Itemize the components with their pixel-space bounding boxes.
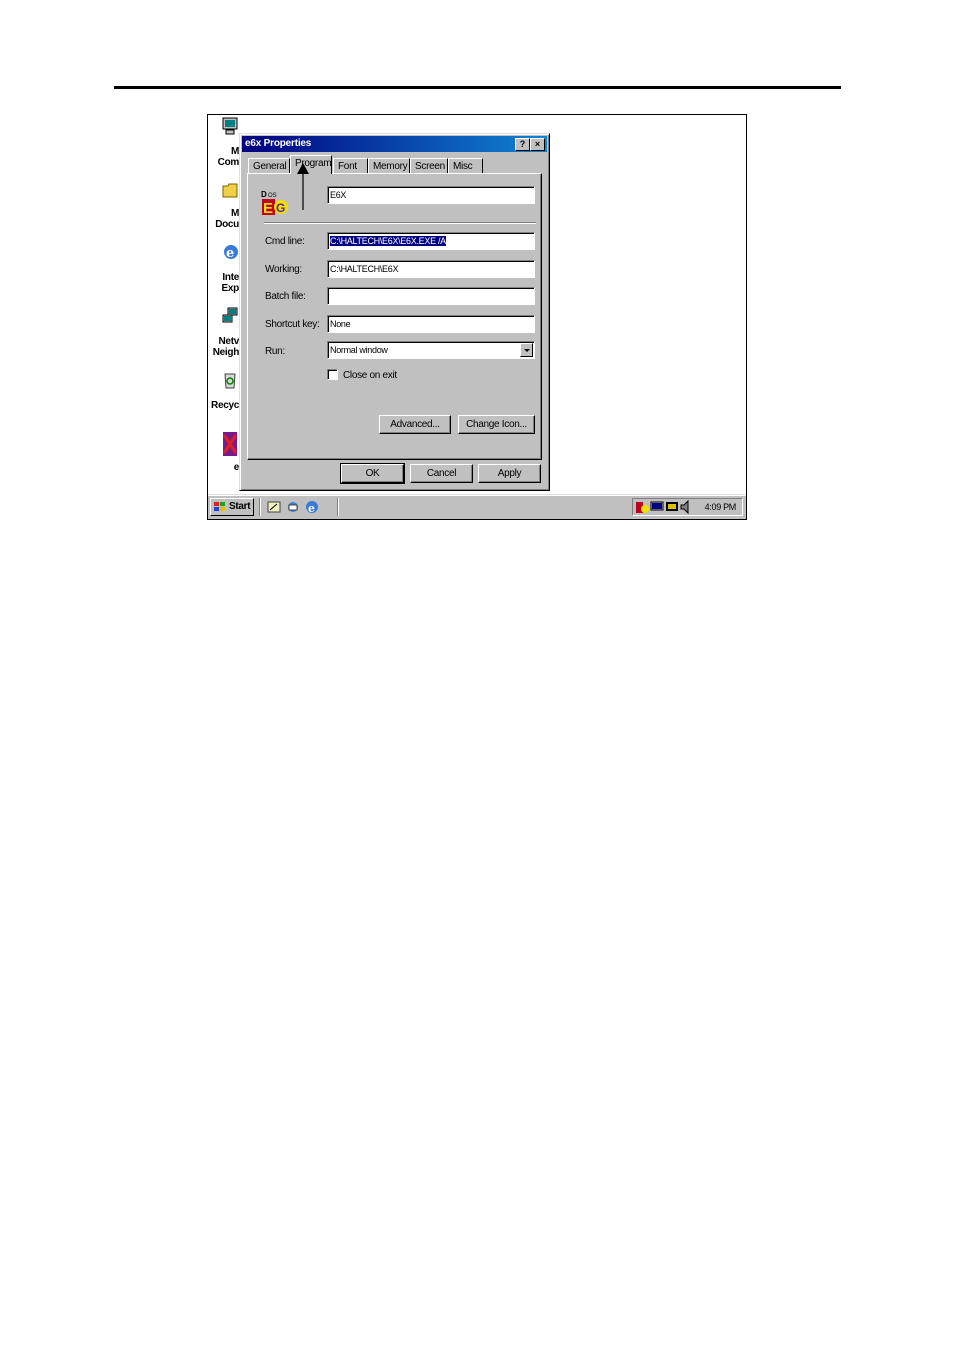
close-button[interactable]: × (530, 138, 545, 151)
cmd-line-label: Cmd line: (265, 236, 305, 247)
working-input[interactable]: C:\HALTECH\E6X (327, 260, 535, 278)
close-on-exit-checkbox[interactable] (327, 369, 338, 380)
run-select-value: Normal window (330, 345, 388, 355)
desktop-icon-label: Recyc (211, 400, 239, 411)
tab-font[interactable]: Font (333, 158, 368, 173)
cmd-line-value: C:\HALTECH\E6X\E6X.EXE /A (330, 236, 446, 246)
desktop-icon-label: Com (217, 157, 240, 168)
program-name-input[interactable]: E6X (327, 186, 535, 204)
tab-panel-program: D OS E G E6X Cmd line: C:\HALTECH\E6X\E6… (247, 173, 542, 460)
start-label: Start (229, 501, 251, 512)
run-label: Run: (265, 346, 285, 357)
e6x-program-icon: D OS E G (261, 190, 288, 216)
dialog-title-bar[interactable]: e6x Properties ? × (242, 136, 547, 152)
tab-general[interactable]: General (248, 158, 290, 173)
cancel-button[interactable]: Cancel (410, 464, 473, 483)
shortcut-key-label: Shortcut key: (265, 319, 320, 330)
e6x-shortcut-icon (222, 432, 238, 456)
help-button[interactable]: ? (515, 138, 530, 151)
desktop-icon-my-computer[interactable]: M Com (208, 115, 240, 171)
network-neighborhood-icon (222, 307, 238, 323)
taskbar-divider (337, 498, 339, 516)
my-computer-icon (222, 117, 238, 135)
desktop-icon-recycle-bin[interactable]: Recyc (208, 369, 239, 417)
svg-text:OS: OS (268, 193, 277, 199)
tab-misc[interactable]: Misc (448, 158, 483, 173)
internet-explorer-icon: e (224, 245, 238, 261)
svg-text:D: D (261, 190, 267, 199)
desktop-icon-label: M (230, 146, 239, 157)
svg-text:e: e (308, 502, 315, 514)
clock[interactable]: 4:09 PM (705, 502, 737, 512)
internet-explorer-icon[interactable]: e (305, 500, 319, 514)
chevron-down-icon[interactable] (520, 343, 533, 357)
page-top-rule (114, 86, 841, 89)
desktop-icon-e6x[interactable]: e (208, 431, 239, 477)
desktop-icon-internet-explorer[interactable]: e Inte Exp (208, 241, 240, 297)
change-icon-button[interactable]: Change Icon... (458, 415, 535, 434)
windows-logo-icon (214, 502, 225, 511)
apply-button[interactable]: Apply (478, 464, 541, 483)
batch-file-label: Batch file: (265, 291, 306, 302)
tray-icon-network[interactable] (650, 500, 664, 514)
system-tray: 4:09 PM (632, 498, 743, 516)
tab-screen[interactable]: Screen (410, 158, 448, 173)
dialog-title: e6x Properties (245, 138, 312, 149)
close-on-exit-label[interactable]: Close on exit (343, 370, 397, 381)
annotation-arrow (297, 163, 309, 210)
desktop-icon-label: Inte (222, 272, 239, 283)
taskbar-divider (259, 498, 261, 516)
properties-dialog: e6x Properties ? × General Program Font … (239, 133, 550, 491)
volume-icon[interactable] (680, 500, 692, 514)
advanced-button[interactable]: Advanced... (379, 415, 451, 434)
desktop-icon-my-documents[interactable]: M Docu (208, 177, 239, 233)
outlook-express-icon[interactable] (286, 500, 300, 514)
my-documents-icon (222, 183, 238, 198)
run-select[interactable]: Normal window (327, 341, 535, 359)
desktop-icon-label: Exp (221, 283, 240, 294)
svg-text:G: G (276, 201, 285, 215)
desktop-icon-network-neighborhood[interactable]: Netv Neigh (208, 305, 240, 361)
desktop-icon-label: Neigh (212, 347, 240, 358)
desktop-icon-label: Docu (215, 219, 239, 230)
working-label: Working: (265, 264, 302, 275)
cmd-line-input[interactable]: C:\HALTECH\E6X\E6X.EXE /A (327, 232, 535, 250)
tab-memory[interactable]: Memory (368, 158, 410, 173)
desktop-icon-label: Netv (218, 336, 240, 347)
tray-icon-program[interactable] (636, 500, 649, 514)
taskbar: Start e 4:09 PM (208, 494, 746, 519)
shortcut-key-input[interactable]: None (327, 315, 535, 333)
svg-text:e: e (226, 246, 234, 261)
start-button[interactable]: Start (210, 498, 254, 516)
desktop-icon-label: M (230, 208, 239, 219)
batch-file-input[interactable] (327, 287, 535, 305)
svg-text:E: E (263, 200, 273, 216)
screenshot-frame: M Com M Docu e Inte Exp Netv Neigh Recyc (207, 114, 747, 520)
separator (264, 222, 536, 224)
tray-icon-display[interactable] (665, 500, 679, 514)
ok-button[interactable]: OK (340, 463, 405, 484)
show-desktop-icon[interactable] (267, 500, 281, 514)
recycle-bin-icon (224, 373, 236, 389)
